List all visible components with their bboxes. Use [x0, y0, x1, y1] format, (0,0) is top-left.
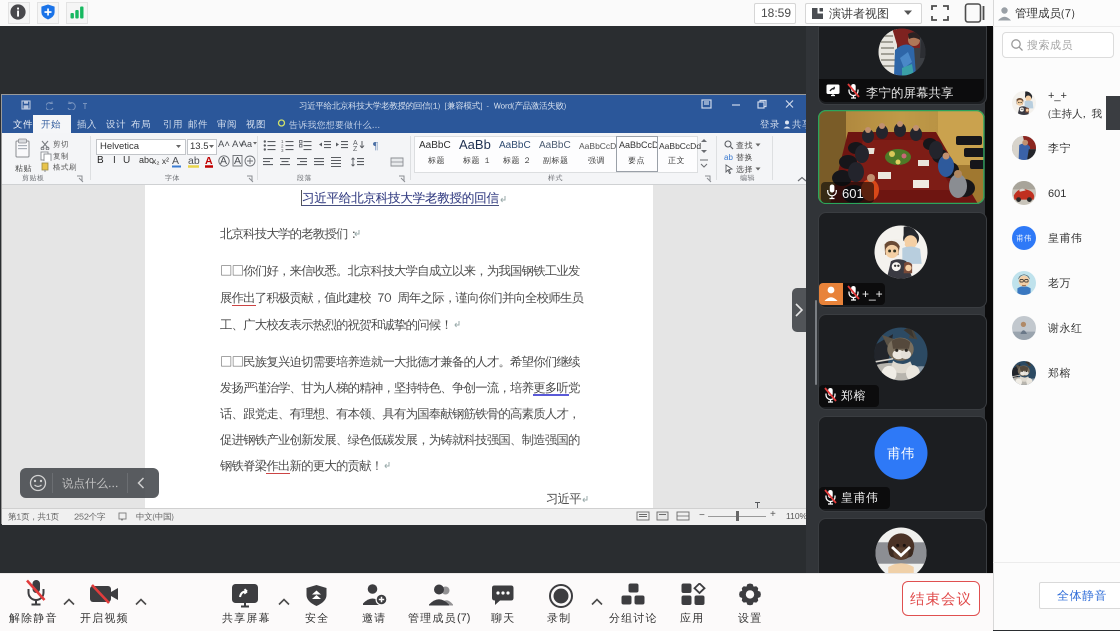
- svg-text:Z: Z: [353, 146, 358, 152]
- svg-text:A: A: [172, 155, 179, 167]
- svg-text:ab: ab: [188, 155, 200, 167]
- svg-text:A: A: [234, 155, 241, 167]
- svg-text:ab: ab: [724, 153, 733, 162]
- svg-text:3: 3: [281, 148, 284, 152]
- svg-text:¶: ¶: [373, 140, 378, 152]
- svg-text:A: A: [205, 155, 213, 167]
